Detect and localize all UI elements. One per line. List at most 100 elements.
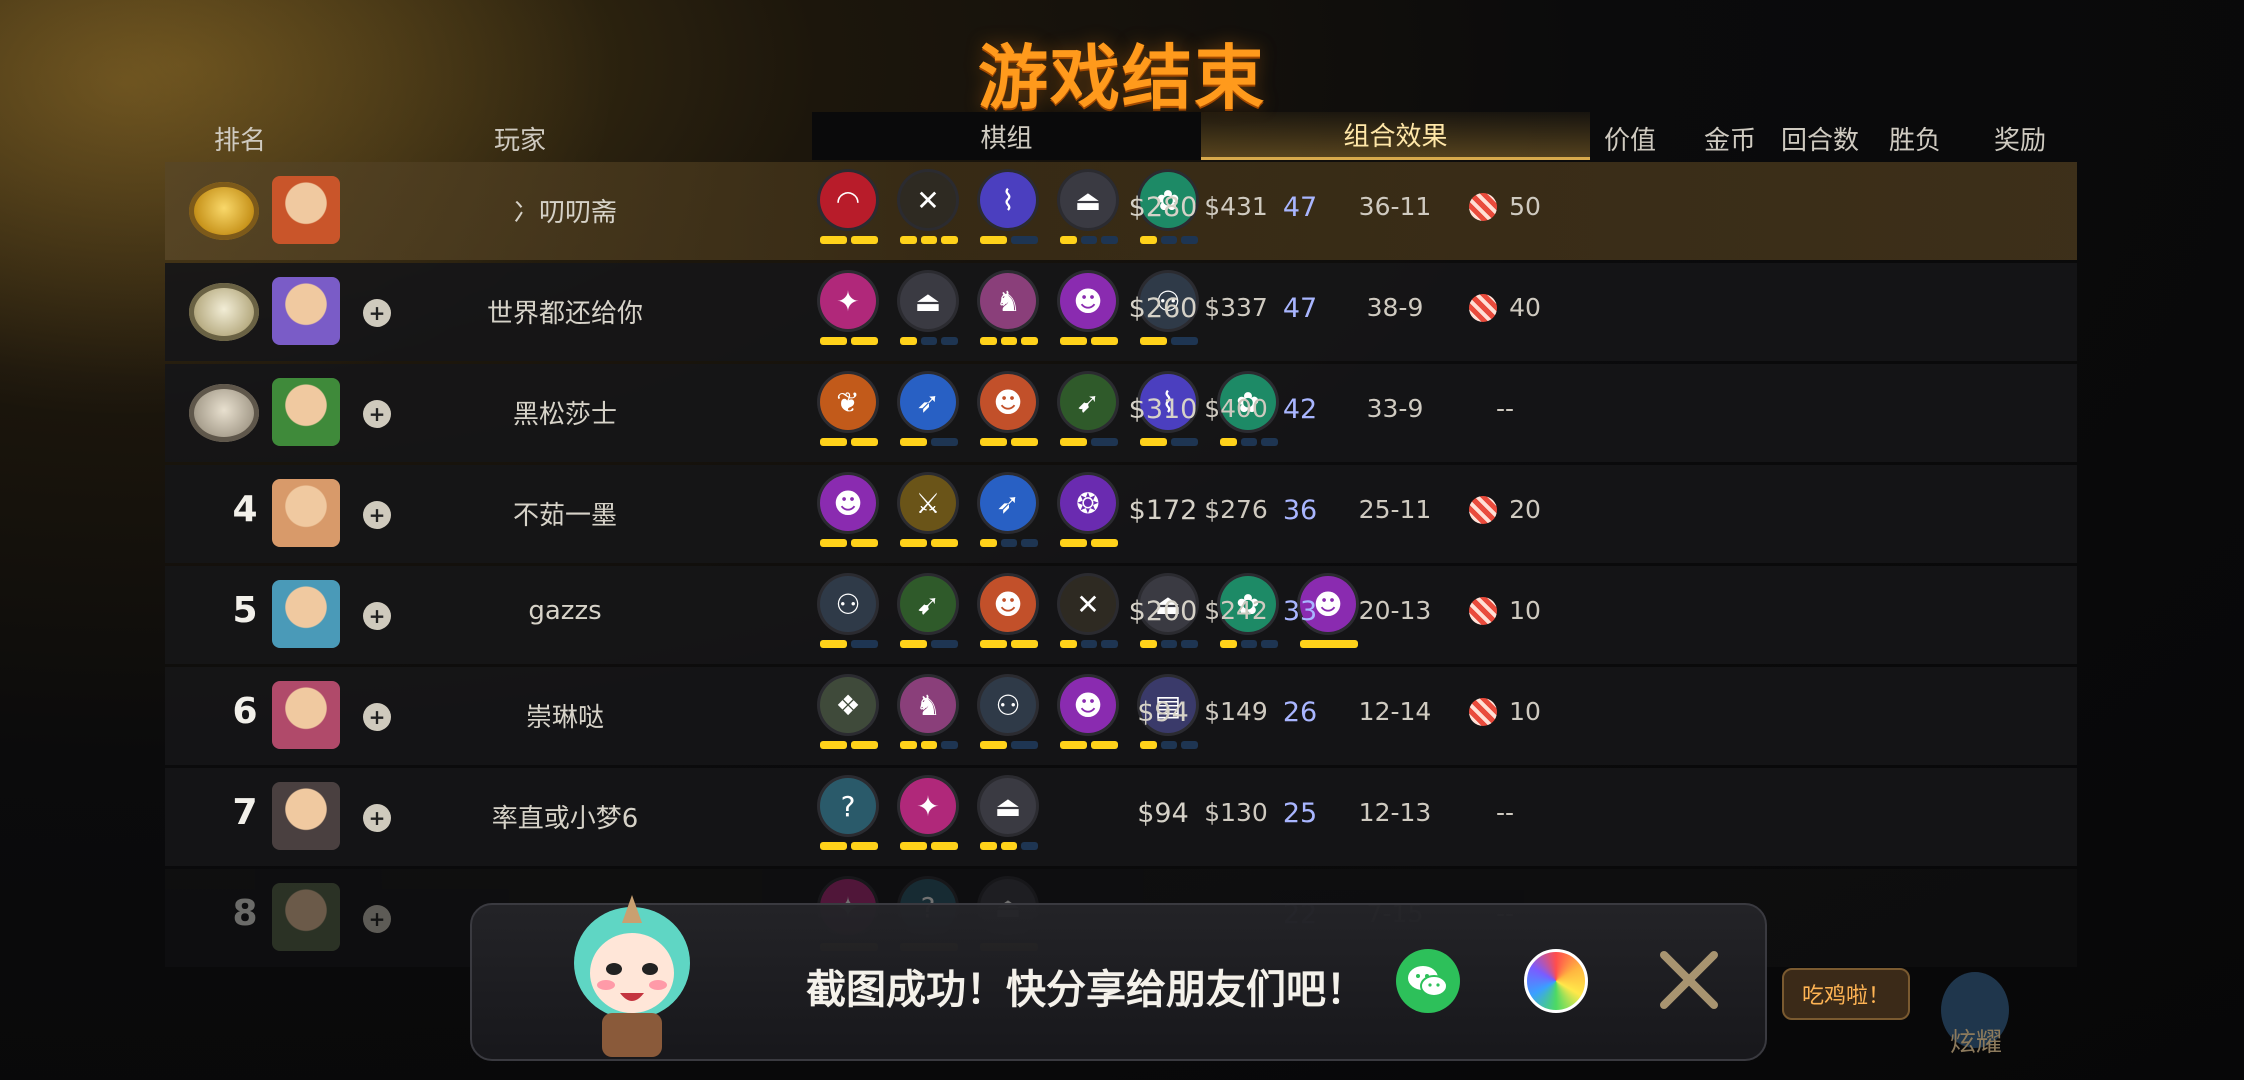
trait-badge[interactable]: ⏏ <box>980 778 1039 858</box>
trait-badge[interactable]: ⚇ <box>820 576 878 656</box>
player-name: 世界都还给你 <box>486 299 643 329</box>
trait-icon: ➶ <box>900 374 956 430</box>
rank-number: 6 <box>232 691 258 732</box>
trait-badge[interactable]: ☻ <box>980 374 1038 454</box>
wechat-icon[interactable] <box>1396 949 1460 1013</box>
trait-level <box>900 842 958 850</box>
close-icon[interactable] <box>1654 945 1724 1015</box>
trait-level <box>1140 438 1198 446</box>
rounds-cell: 33 <box>1282 596 1318 627</box>
trait-badge[interactable]: ❖ <box>820 677 878 757</box>
rank-number: 7 <box>232 792 258 833</box>
add-friend-icon[interactable]: + <box>363 400 391 428</box>
avatar[interactable] <box>272 681 340 749</box>
header-reward: 奖励 <box>1993 126 2046 156</box>
share-toast: 截图成功！快分享给朋友们吧！ <box>470 895 1767 1061</box>
table-row[interactable]: + 世界都还给你 ✦ ⏏ ♞ ☻ ⚇ $260 $337 47 38-9 40 <box>165 263 2077 361</box>
trait-level <box>1060 438 1118 446</box>
rounds-cell: 47 <box>1282 192 1318 223</box>
tab-combo-effects[interactable]: 组合效果 <box>1201 112 1590 160</box>
trait-level <box>900 741 959 749</box>
trait-badge[interactable]: ♞ <box>900 677 959 757</box>
rank-medal-icon <box>189 283 259 341</box>
avatar[interactable] <box>272 782 340 850</box>
trait-icon: ✕ <box>900 172 956 228</box>
reward-value: 20 <box>1509 495 1541 524</box>
add-friend-icon[interactable]: + <box>363 804 391 832</box>
trait-badge[interactable]: ? <box>820 778 878 858</box>
trait-icon: ◠ <box>820 172 876 228</box>
toast-message: 截图成功！快分享给朋友们吧！ <box>806 967 1366 1013</box>
trait-badge[interactable]: ⌇ <box>980 172 1038 252</box>
trait-badge[interactable]: ♞ <box>980 273 1039 353</box>
emote-bubble[interactable]: 吃鸡啦！ <box>1782 968 1911 1020</box>
trait-badge[interactable]: ◠ <box>820 172 878 252</box>
trait-badge[interactable]: ➹ <box>900 576 958 656</box>
trait-badge[interactable]: ⏏ <box>900 273 959 353</box>
table-row[interactable]: 6 + 崇琳哒 ❖ ♞ ⚇ ☻ ▤ $94 $149 26 12-14 10 <box>165 667 2077 765</box>
reward-value: -- <box>1495 798 1515 827</box>
trait-badge[interactable]: ➶ <box>900 374 958 454</box>
avatar[interactable] <box>272 479 340 547</box>
photos-icon[interactable] <box>1524 949 1588 1013</box>
show-off-label[interactable]: 炫耀 <box>1950 1022 2002 1059</box>
tab-chess-group[interactable]: 棋组 <box>812 112 1201 160</box>
add-friend-icon[interactable]: + <box>363 905 391 933</box>
trait-badge[interactable]: ⚇ <box>980 677 1038 757</box>
reward-cell: 20 <box>1430 495 1580 524</box>
trait-badge[interactable]: ✦ <box>900 778 958 858</box>
table-row[interactable]: + 黑松莎士 ❦ ➶ ☻ ➹ ⌇ ✿ $310 $400 42 33-9 -- <box>165 364 2077 462</box>
trait-badge[interactable]: ❦ <box>820 374 878 454</box>
avatar[interactable] <box>272 378 340 446</box>
table-row[interactable]: 冫叨叨斋 ◠ ✕ ⌇ ⏏ ✿ $280 $431 47 36-11 50 <box>165 162 2077 260</box>
candy-icon <box>1469 597 1498 625</box>
trait-level <box>900 539 958 547</box>
trait-badge[interactable]: ✦ <box>820 273 878 353</box>
add-friend-icon[interactable]: + <box>363 299 391 327</box>
trait-badge[interactable]: ⚔ <box>900 475 958 555</box>
trait-badge[interactable]: ☻ <box>980 576 1038 656</box>
trait-level <box>1060 741 1118 749</box>
avatar[interactable] <box>272 176 340 244</box>
rank-number: 4 <box>232 489 258 530</box>
add-friend-icon[interactable]: + <box>363 703 391 731</box>
trait-badge[interactable]: ☻ <box>820 475 878 555</box>
trait-icon: ☻ <box>820 475 876 531</box>
trait-level <box>900 438 958 446</box>
reward-value: 10 <box>1509 596 1541 625</box>
table-row[interactable]: 5 + gazzs ⚇ ➹ ☻ ✕ ⏏ ✿ ☻ $200 $242 33 20-13 10 <box>165 566 2077 664</box>
trait-level <box>1300 640 1358 648</box>
trait-level <box>1140 337 1198 345</box>
trait-level <box>980 438 1038 446</box>
avatar[interactable] <box>272 277 340 345</box>
rank-medal-icon <box>189 182 259 240</box>
table-row[interactable]: 4 + 不茹一墨 ☻ ⚔ ➶ ❂ $172 $276 36 25-11 20 <box>165 465 2077 563</box>
table-row[interactable]: 7 + 率直或小梦6 ? ✦ ⏏ $94 $130 25 12-13 -- <box>165 768 2077 866</box>
trait-icon: ⚇ <box>980 677 1036 733</box>
trait-badge[interactable]: ➶ <box>980 475 1039 555</box>
trait-level <box>1140 640 1199 648</box>
player-name: 不茹一墨 <box>512 501 617 531</box>
player-name: 冫叨叨斋 <box>512 198 617 228</box>
candy-icon <box>1469 496 1498 524</box>
avatar[interactable] <box>272 580 340 648</box>
trait-icon: ⚇ <box>820 576 876 632</box>
trait-level <box>900 236 959 244</box>
trait-badge[interactable]: ✕ <box>900 172 959 252</box>
candy-icon <box>1469 193 1498 221</box>
add-friend-icon[interactable]: + <box>363 602 391 630</box>
trait-level <box>820 640 878 648</box>
rank-number: 5 <box>232 590 258 631</box>
candy-icon <box>1469 294 1498 322</box>
trait-level <box>820 337 878 345</box>
rounds-cell: 25 <box>1282 798 1318 829</box>
candy-icon <box>1469 698 1498 726</box>
trait-icon: ♞ <box>900 677 956 733</box>
avatar[interactable] <box>272 883 340 951</box>
trait-level <box>1060 640 1119 648</box>
add-friend-icon[interactable]: + <box>363 501 391 529</box>
header-rank: 排名 <box>213 126 266 156</box>
reward-cell: -- <box>1430 394 1580 423</box>
trait-icon: ☻ <box>980 576 1036 632</box>
rank-medal-icon <box>189 384 259 442</box>
